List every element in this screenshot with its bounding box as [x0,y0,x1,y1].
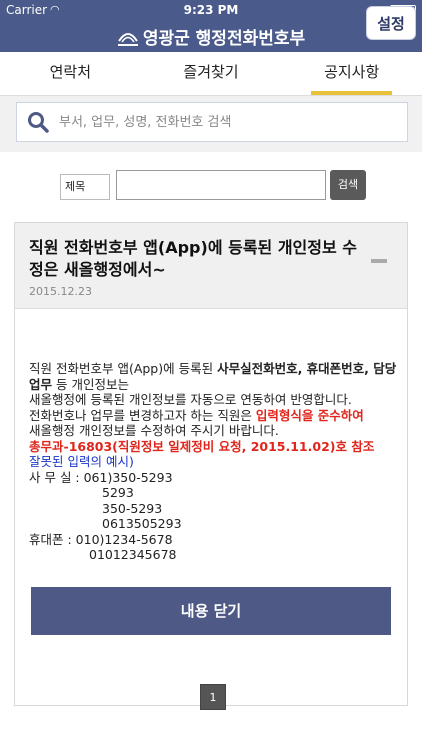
nav-bar: 영광군 행정전화번호부 설정 [0,6,422,52]
search-icon [28,112,49,133]
app-title-text: 영광군 행정전화번호부 [142,29,306,49]
clock: 9:23 PM [183,3,239,17]
office-example-item: 0613505293 [102,516,182,531]
page-button[interactable]: 1 [200,684,226,710]
notice-title: 직원 전화번호부 앱(App)에 등록된 개인정보 수정은 새올행정에서~ [29,238,358,279]
notice-card: 직원 전화번호부 앱(App)에 등록된 개인정보 수정은 새올행정에서~ 20… [14,222,408,706]
app-title: 영광군 행정전화번호부 [0,24,422,49]
notice-reference: 총무과-16803(직원정보 일제정비 요청, 2015.11.02)호 참조 [29,438,375,454]
notice-text: 전화번호나 업무를 변경하고자 하는 직원은 [29,407,256,423]
notice-line: 새올행정에 등록된 개인정보를 자동으로 연동하여 반영합니다. [29,392,352,407]
search-box [16,102,408,142]
tab-favorites[interactable]: 즐겨찾기 [141,52,282,95]
notice-body: 직원 전화번호부 앱(App)에 등록된 사무실전화번호, 휴대폰번호, 담당업… [29,361,399,563]
office-example-item: 350-5293 [102,500,163,516]
notice-text: 직원 전화번호부 앱(App)에 등록된 [29,361,218,376]
tab-contacts[interactable]: 연락처 [0,52,141,95]
notice-date: 2015.12.23 [29,285,92,298]
filter-input[interactable] [116,170,326,200]
notice-paragraph: 전화번호나 업무를 변경하고자 하는 직원은 입력형식을 준수하여 [29,408,399,424]
notice-content: 제목 검색 직원 전화번호부 앱(App)에 등록된 개인정보 수정은 새올행정… [0,152,422,750]
search-area [0,96,422,152]
county-logo-icon [117,33,138,46]
close-content-button[interactable]: 내용 닫기 [31,587,391,635]
office-example: 사 무 실 : 061)350-5293 [29,469,173,485]
filter-field-select[interactable]: 제목 [60,174,110,200]
notice-red-text: 입력형식을 준수하여 [255,407,364,423]
mobile-example-item: 01012345678 [89,547,177,562]
collapse-icon[interactable] [371,259,387,263]
tab-bar: 연락처 즐겨찾기 공지사항 [0,52,422,96]
filter-search-button[interactable]: 검색 [330,170,366,200]
notice-header[interactable]: 직원 전화번호부 앱(App)에 등록된 개인정보 수정은 새올행정에서~ 20… [15,223,407,309]
notice-line: 새올행정 개인정보를 수정하여 주시기 바랍니다. [29,423,279,438]
mobile-example: 휴대폰 : 010)1234-5678 [29,531,173,547]
settings-button[interactable]: 설정 [366,6,416,40]
status-bar: Carrier ◠ 9:23 PM [0,0,422,22]
notice-example-heading: 잘못된 입력의 예시) [29,454,134,469]
office-example-item: 5293 [102,485,134,500]
notice-paragraph: 직원 전화번호부 앱(App)에 등록된 사무실전화번호, 휴대폰번호, 담당업… [29,361,399,392]
search-input[interactable] [59,103,399,141]
notice-text: 등 개인정보는 [52,376,129,392]
tab-notices[interactable]: 공지사항 [281,52,422,95]
filter-row: 제목 검색 [60,170,370,204]
